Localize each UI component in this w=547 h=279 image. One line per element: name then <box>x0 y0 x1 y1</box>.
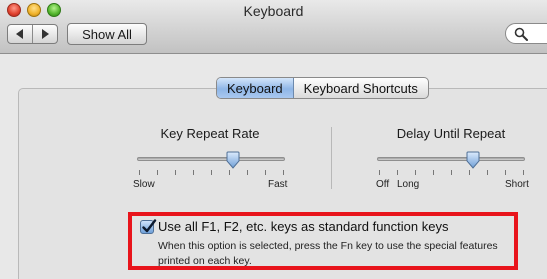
function-keys-label[interactable]: Use all F1, F2, etc. keys as standard fu… <box>158 219 448 234</box>
tab-switcher: Keyboard Keyboard Shortcuts <box>216 77 429 99</box>
key-repeat-rate-thumb[interactable] <box>226 151 240 169</box>
show-all-button[interactable]: Show All <box>67 23 147 45</box>
delay-repeat-tick <box>469 170 470 175</box>
forward-arrow-icon <box>42 29 49 39</box>
section-divider <box>331 127 332 189</box>
tab-keyboard-shortcuts[interactable]: Keyboard Shortcuts <box>294 78 428 98</box>
delay-repeat-tick <box>433 170 434 175</box>
magnifier-icon <box>514 27 528 41</box>
key-repeat-tick <box>175 170 176 175</box>
key-repeat-tick <box>283 170 284 175</box>
delay-repeat-tick <box>451 170 452 175</box>
window-title: Keyboard <box>243 3 304 19</box>
delay-short-label: Short <box>505 179 529 190</box>
delay-repeat-tick <box>523 170 524 175</box>
back-forward-group <box>7 24 58 44</box>
back-arrow-icon <box>16 29 23 39</box>
delay-repeat-tick <box>487 170 488 175</box>
key-repeat-tick <box>265 170 266 175</box>
delay-off-label: Off <box>376 179 390 190</box>
delay-repeat-tick <box>505 170 506 175</box>
delay-until-repeat-thumb[interactable] <box>466 151 480 169</box>
key-repeat-tick <box>247 170 248 175</box>
delay-repeat-tick <box>397 170 398 175</box>
key-repeat-tick <box>229 170 230 175</box>
key-repeat-rate-title: Key Repeat Rate <box>160 126 260 141</box>
key-repeat-tick <box>211 170 212 175</box>
key-repeat-rate-slider[interactable] <box>137 157 285 161</box>
key-repeat-slow-label: Slow <box>133 179 155 190</box>
key-repeat-tick <box>157 170 158 175</box>
title-bar: Keyboard Show All <box>0 0 547 54</box>
delay-repeat-tick <box>415 170 416 175</box>
key-repeat-fast-label: Fast <box>268 179 288 190</box>
delay-until-repeat-title: Delay Until Repeat <box>396 126 506 141</box>
tab-keyboard[interactable]: Keyboard <box>217 78 294 98</box>
key-repeat-tick <box>139 170 140 175</box>
delay-until-repeat-slider[interactable] <box>377 157 525 161</box>
function-keys-help-text: When this option is selected, press the … <box>158 240 498 267</box>
checkmark-icon <box>142 219 157 233</box>
function-keys-checkbox[interactable] <box>140 219 157 234</box>
delay-long-label: Long <box>397 179 420 190</box>
search-field[interactable] <box>505 23 547 44</box>
forward-button[interactable] <box>32 25 57 43</box>
delay-repeat-tick <box>379 170 380 175</box>
key-repeat-tick <box>193 170 194 175</box>
back-button[interactable] <box>8 25 32 43</box>
